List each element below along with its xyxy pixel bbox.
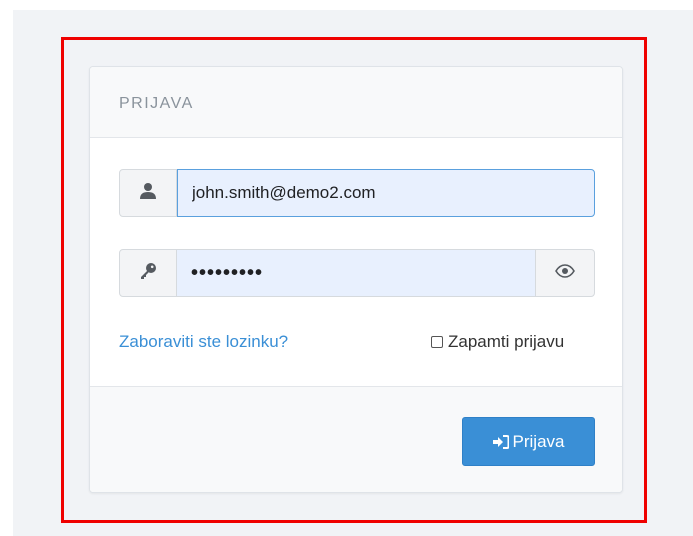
key-icon xyxy=(139,262,157,285)
username-input-group xyxy=(119,169,595,217)
login-panel-header: PRIJAVA xyxy=(90,67,622,138)
password-addon xyxy=(119,249,177,297)
remember-checkbox[interactable] xyxy=(431,336,443,348)
login-button[interactable]: Prijava xyxy=(462,417,595,466)
remember-me[interactable]: Zapamti prijavu xyxy=(431,332,564,352)
login-title: PRIJAVA xyxy=(119,95,194,112)
login-panel: PRIJAVA john.smith@demo2.com ••••••••• Z… xyxy=(89,66,623,493)
login-button-label: Prijava xyxy=(512,431,565,451)
login-panel-footer: Prijava xyxy=(90,386,622,492)
user-icon xyxy=(139,182,157,205)
eye-icon xyxy=(555,263,575,283)
username-addon xyxy=(119,169,177,217)
toggle-password-button[interactable] xyxy=(535,249,595,297)
password-field[interactable] xyxy=(177,249,535,297)
remember-label: Zapamti prijavu xyxy=(448,332,565,351)
sign-in-icon xyxy=(492,434,509,449)
forgot-password-link[interactable]: Zaboraviti ste lozinku? xyxy=(119,332,288,352)
password-input-group xyxy=(119,249,595,297)
username-field[interactable] xyxy=(177,169,595,217)
